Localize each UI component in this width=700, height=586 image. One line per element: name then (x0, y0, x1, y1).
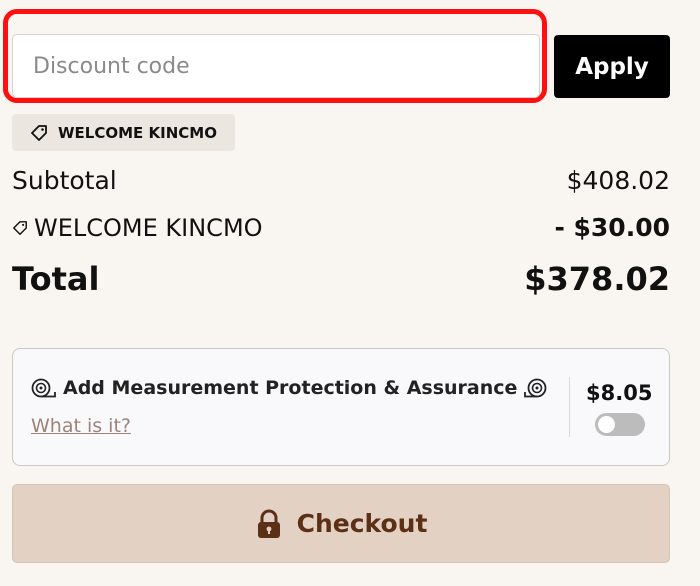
subtotal-value: $408.02 (566, 166, 670, 195)
discount-code-input[interactable] (12, 34, 540, 98)
checkout-button[interactable]: Checkout (12, 484, 670, 563)
toggle-knob (598, 416, 615, 433)
apply-button[interactable]: Apply (554, 35, 670, 98)
measurement-protection-card: Add Measurement Protection & Assurance W… (12, 348, 670, 466)
protection-title: Add Measurement Protection & Assurance (63, 377, 518, 399)
tag-icon (12, 220, 28, 236)
measuring-tape-icon (31, 377, 57, 399)
total-row: Total $378.02 (12, 260, 670, 298)
protection-divider (569, 377, 570, 437)
total-value: $378.02 (524, 260, 670, 298)
measuring-tape-icon (523, 377, 549, 399)
protection-price: $8.05 (586, 381, 653, 405)
discount-row-label-wrap: WELCOME KINCMO (12, 214, 263, 242)
discount-row-label: WELCOME KINCMO (34, 213, 263, 242)
protection-toggle[interactable] (595, 413, 645, 436)
subtotal-row: Subtotal $408.02 (12, 166, 670, 195)
checkout-label: Checkout (296, 509, 428, 538)
discount-row: WELCOME KINCMO - $30.00 (12, 213, 670, 242)
tag-icon (30, 124, 48, 142)
applied-discount-chip: WELCOME KINCMO (12, 114, 235, 151)
applied-discount-code: WELCOME KINCMO (58, 123, 217, 142)
total-label: Total (12, 260, 100, 298)
what-is-it-link[interactable]: What is it? (31, 415, 131, 437)
protection-title-row: Add Measurement Protection & Assurance (31, 377, 549, 399)
lock-icon (255, 509, 283, 539)
discount-row-value: - $30.00 (554, 213, 670, 242)
subtotal-label: Subtotal (12, 166, 117, 195)
